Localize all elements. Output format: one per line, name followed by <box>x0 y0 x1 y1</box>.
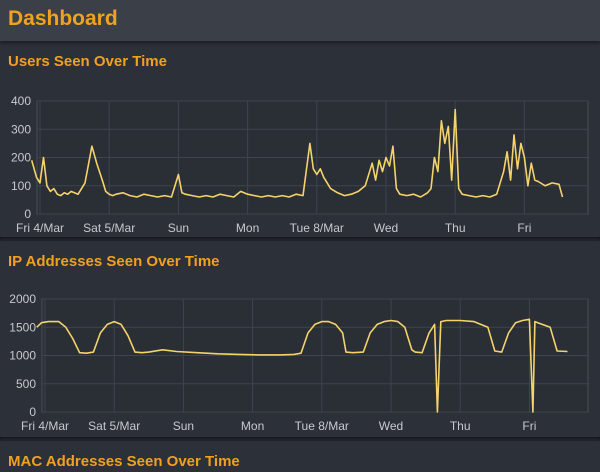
x-tick-label: Sat 5/Mar00:00 <box>88 419 140 437</box>
x-tick-label: Sat 5/Mar00:00 <box>83 221 135 237</box>
y-tick-label: 300 <box>11 122 31 136</box>
x-tick-label: Wed9/Mar00:00 <box>371 221 402 237</box>
ip-addresses-panel: IP Addresses Seen Over Time 0 500 1000 1500… <box>0 241 600 437</box>
x-tick-label: Fri11/Mar00:00 <box>506 221 542 237</box>
users-panel: Users Seen Over Time 0 100 200 300 400 Fri 4/… <box>0 41 600 237</box>
users-panel-title: Users Seen Over Time <box>8 53 167 70</box>
y-tick-label: 400 <box>11 94 31 108</box>
page-title: Dashboard <box>8 7 118 30</box>
x-tick-label: Mon7/Mar00:00 <box>232 221 263 237</box>
y-tick-label: 500 <box>16 377 36 391</box>
ip-addresses-chart: 0 500 1000 1500 2000 Fri 4/Mar00:00 Sat 5/Mar0… <box>9 292 589 437</box>
y-tick-label: 200 <box>11 151 31 165</box>
x-tick-label: Sun6/Mar00:00 <box>163 221 194 237</box>
y-tick-label: 0 <box>24 207 31 221</box>
mac-addresses-panel: MAC Addresses Seen Over Time <box>0 441 600 472</box>
x-tick-label: Mon7/Mar00:00 <box>237 419 268 437</box>
y-tick-label: 1500 <box>9 320 36 334</box>
y-tick-label: 0 <box>29 405 36 419</box>
mac-addresses-panel-title: MAC Addresses Seen Over Time <box>8 453 240 470</box>
x-tick-label: Sun6/Mar00:00 <box>168 419 199 437</box>
x-tick-label: Fri11/Mar00:00 <box>511 419 547 437</box>
dashboard-header: Dashboard <box>0 0 600 41</box>
x-tick-label: Tue 8/Mar00:00 <box>295 419 349 437</box>
y-tick-label: 1000 <box>9 349 36 363</box>
y-tick-label: 100 <box>11 179 31 193</box>
users-chart: 0 100 200 300 400 Fri 4/Mar00:00 Sat 5/Mar00:0… <box>11 94 589 237</box>
x-tick-label: Wed9/Mar00:00 <box>376 419 407 437</box>
x-tick-label: Tue 8/Mar00:00 <box>290 221 344 237</box>
x-tick-label: Thu10/Mar00:00 <box>437 221 474 237</box>
x-tick-label: Fri 4/Mar00:00 <box>16 221 64 237</box>
x-tick-label: Thu10/Mar00:00 <box>442 419 479 437</box>
y-tick-label: 2000 <box>9 292 36 306</box>
x-tick-label: Fri 4/Mar00:00 <box>21 419 69 437</box>
ip-addresses-panel-title: IP Addresses Seen Over Time <box>8 253 220 270</box>
